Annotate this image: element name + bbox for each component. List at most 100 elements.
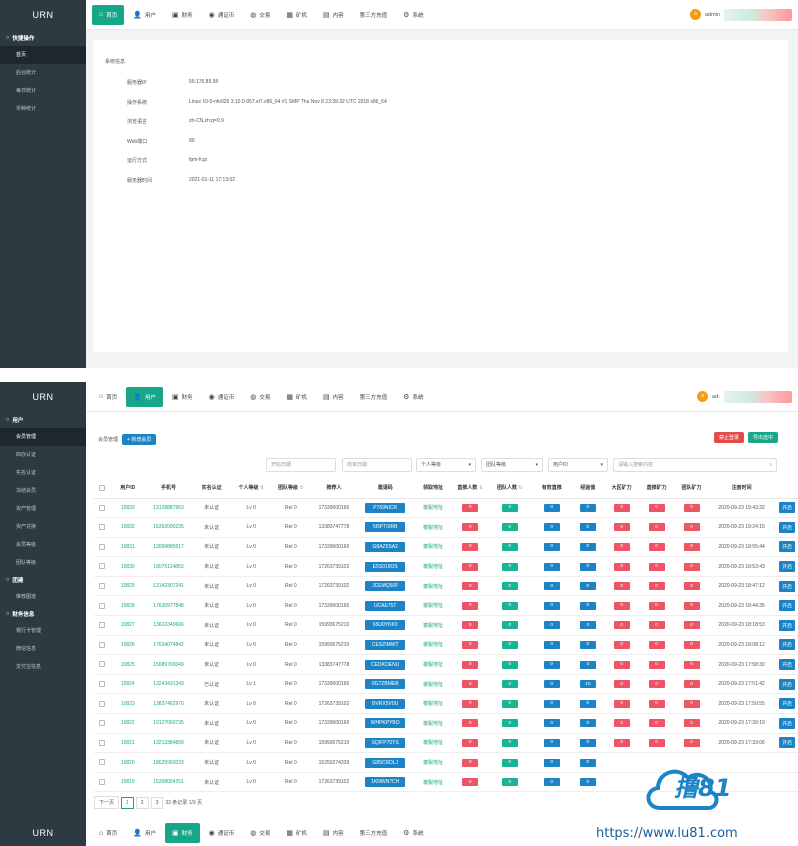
stat-badge[interactable]: 0: [501, 699, 518, 708]
copy-address-link[interactable]: 複製地址: [413, 733, 453, 754]
stat-badge[interactable]: 0: [462, 503, 479, 512]
stat-badge[interactable]: 0: [648, 621, 665, 630]
column-header[interactable]: 个人等级 ⇅: [231, 478, 272, 499]
row-checkbox[interactable]: [94, 595, 111, 617]
stat-badge[interactable]: 0: [579, 640, 596, 649]
table-row[interactable]: 10830 18075114853 未认证 Lv 0 Rel 0 17263739102 E…: [94, 556, 798, 577]
user-menu[interactable]: a admin: [690, 8, 792, 21]
stat-badge[interactable]: 0: [579, 660, 596, 669]
sidebar-item[interactable]: 四办认证: [0, 446, 86, 464]
copy-address-link[interactable]: 複製地址: [413, 635, 453, 656]
tab-8[interactable]: ⚙ 系统: [396, 5, 430, 25]
stat-badge[interactable]: 0: [462, 582, 479, 591]
stat-badge[interactable]: 0: [683, 562, 700, 571]
stat-badge[interactable]: 0: [501, 778, 518, 787]
copy-address-link[interactable]: 複製地址: [413, 713, 453, 734]
stat-badge[interactable]: 0: [462, 542, 479, 551]
tab-4[interactable]: ◍ 交易: [243, 387, 277, 407]
stat-badge[interactable]: 0: [543, 523, 560, 532]
tab-2[interactable]: ▣ 财务: [165, 5, 200, 25]
stat-badge[interactable]: 0: [501, 523, 518, 532]
stat-badge[interactable]: 0: [462, 778, 479, 787]
stat-badge[interactable]: 0: [613, 640, 630, 649]
sidebar-item[interactable]: 资产兑换: [0, 518, 86, 536]
invite-code-badge[interactable]: P769NICR: [365, 502, 406, 513]
table-row[interactable]: 10827 13610349666 未认证 Lv 0 Rel 0 15993675210 6…: [94, 615, 798, 636]
tab-5[interactable]: ▦ 矿机: [279, 387, 314, 407]
copy-address-link[interactable]: 複製地址: [413, 752, 453, 773]
stat-badge[interactable]: 0: [543, 758, 560, 767]
sidebar-group[interactable]: ○ 团建: [0, 572, 86, 588]
table-row[interactable]: 10825 15089765049 未认证 Lv 0 Rel 0 13383747778 C…: [94, 654, 798, 675]
copy-address-link[interactable]: 複製地址: [413, 693, 453, 715]
invite-code-badge[interactable]: BVRX5V0U: [365, 698, 406, 709]
table-row[interactable]: 10828 17630977848 未认证 Lv 0 Rel 0 17339000166 U…: [94, 595, 798, 617]
copy-address-link[interactable]: 複製地址: [413, 595, 453, 617]
stat-badge[interactable]: 0: [543, 503, 560, 512]
row-checkbox[interactable]: [94, 713, 111, 734]
tab-6[interactable]: ▤ 内容: [316, 823, 351, 843]
stat-badge[interactable]: 0: [501, 660, 518, 669]
row-checkbox[interactable]: [94, 752, 111, 773]
tab-1[interactable]: 👤 用户: [126, 5, 163, 25]
row-checkbox[interactable]: [94, 615, 111, 636]
prev-page-button[interactable]: 下一页: [94, 796, 120, 809]
row-checkbox[interactable]: [94, 693, 111, 715]
search-input[interactable]: 请输入搜索内容 ⌕: [613, 458, 777, 472]
stat-badge[interactable]: 0: [613, 621, 630, 630]
stat-badge[interactable]: 0: [543, 778, 560, 787]
stat-badge[interactable]: 0: [579, 601, 596, 610]
invite-code-badge[interactable]: G85CRDLJ: [365, 757, 406, 768]
sidebar-item[interactable]: 资产管理: [0, 500, 86, 518]
stat-badge[interactable]: 0: [648, 699, 665, 708]
stat-badge[interactable]: 0: [613, 719, 630, 728]
sidebar-group[interactable]: ○ 用户: [0, 412, 86, 428]
tab-5[interactable]: ▦ 矿机: [279, 823, 314, 843]
stat-badge[interactable]: 0: [501, 758, 518, 767]
stat-badge[interactable]: 0: [462, 601, 479, 610]
stat-badge[interactable]: 0: [683, 601, 700, 610]
sidebar-item[interactable]: 支付宝信息: [0, 658, 86, 676]
open-button[interactable]: 开启: [779, 737, 795, 749]
invite-code-badge[interactable]: 65U0YKK0: [365, 620, 406, 631]
copy-address-link[interactable]: 複製地址: [413, 654, 453, 675]
column-header[interactable]: 团队等级 ⇅: [271, 478, 311, 499]
stat-badge[interactable]: 0: [462, 738, 479, 747]
invite-code-badge[interactable]: 0G7ZBMEB: [365, 679, 406, 690]
copy-address-link[interactable]: 複製地址: [413, 498, 453, 519]
tab-6[interactable]: ▤ 内容: [316, 5, 351, 25]
stat-badge[interactable]: 0: [462, 758, 479, 767]
tab-4[interactable]: ◍ 交易: [243, 823, 277, 843]
invite-code-badge[interactable]: CEDKOENU: [365, 659, 406, 670]
stat-badge[interactable]: 0: [543, 542, 560, 551]
stat-badge[interactable]: 0: [543, 562, 560, 571]
tab-5[interactable]: ▦ 矿机: [279, 5, 314, 25]
sidebar-item[interactable]: 团队等级: [0, 554, 86, 572]
stat-badge[interactable]: 0: [501, 582, 518, 591]
stat-badge[interactable]: 0: [579, 523, 596, 532]
stat-badge[interactable]: 0: [579, 778, 596, 787]
ban-login-button[interactable]: 禁止登录: [713, 432, 744, 443]
tab-2[interactable]: ▣ 财务: [165, 387, 200, 407]
sidebar-item-stats[interactable]: 后台统计: [0, 64, 86, 82]
row-checkbox[interactable]: [94, 635, 111, 656]
sidebar-item[interactable]: 银行卡管理: [0, 622, 86, 640]
stat-badge[interactable]: 0: [462, 640, 479, 649]
stat-badge[interactable]: 0: [543, 640, 560, 649]
invite-code-badge[interactable]: UCAE75T: [365, 600, 406, 611]
stat-badge[interactable]: 0: [501, 601, 518, 610]
end-date-input[interactable]: 结束日期: [342, 458, 412, 472]
stat-badge[interactable]: 0: [648, 738, 665, 747]
table-row[interactable]: 10821 13213384899 未认证 Lv 0 Rel 0 15993675210 S…: [94, 733, 798, 754]
stat-badge[interactable]: 0: [613, 562, 630, 571]
stat-badge[interactable]: 0: [579, 542, 596, 551]
user-id-select[interactable]: 用户ID ▾: [548, 458, 608, 472]
stat-badge[interactable]: 0: [462, 621, 479, 630]
stat-badge[interactable]: 0: [648, 582, 665, 591]
team-level-select[interactable]: 团队等级 ▾: [481, 458, 543, 472]
invite-code-badge[interactable]: 5I5PTI0RB: [365, 522, 406, 533]
stat-badge[interactable]: 0: [648, 660, 665, 669]
stat-badge[interactable]: 0: [683, 621, 700, 630]
copy-address-link[interactable]: 複製地址: [413, 537, 453, 558]
open-button[interactable]: 开启: [779, 678, 795, 690]
